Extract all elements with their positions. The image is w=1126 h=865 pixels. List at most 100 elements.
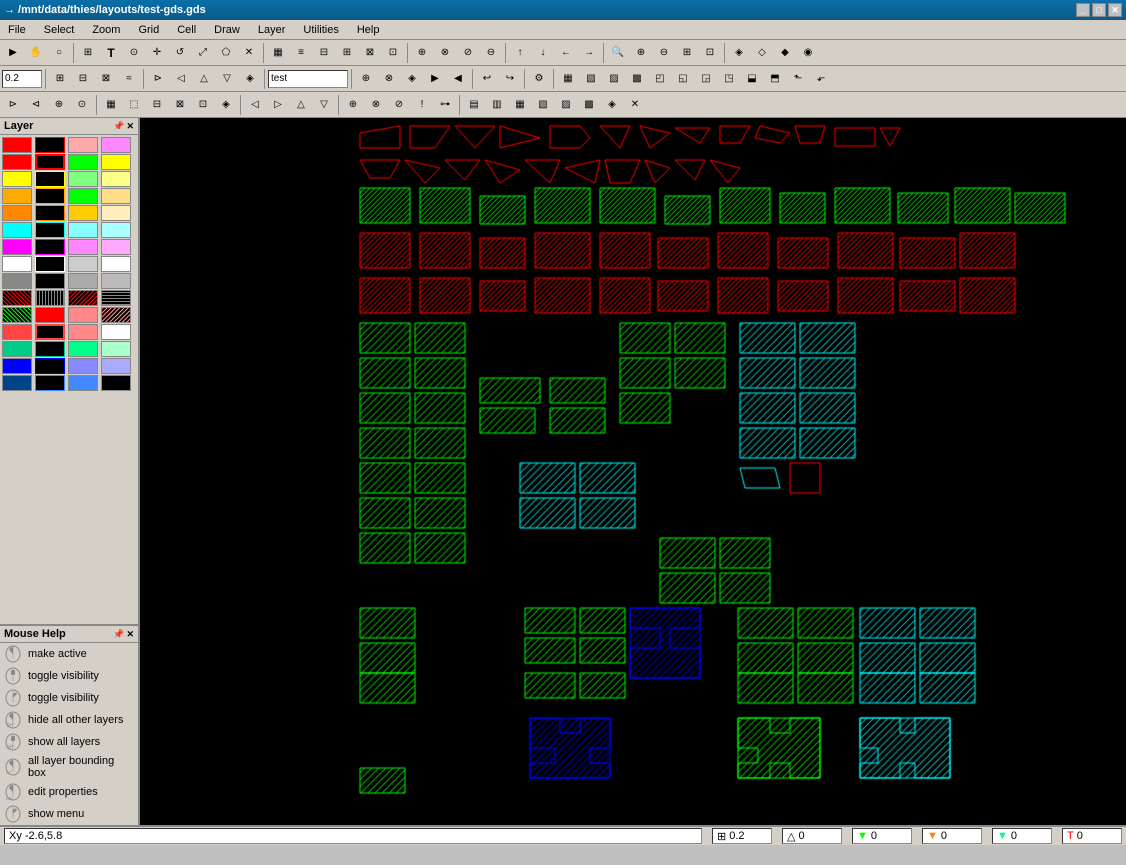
- r1[interactable]: ⊳: [2, 94, 24, 116]
- r11[interactable]: ◁: [244, 94, 266, 116]
- stretch-tool[interactable]: ⤢: [192, 42, 214, 64]
- delete-tool[interactable]: ✕: [238, 42, 260, 64]
- layer-cell-50[interactable]: [35, 341, 65, 357]
- maximize-button[interactable]: □: [1092, 3, 1106, 17]
- menu-zoom[interactable]: Zoom: [88, 23, 124, 37]
- layer-cell-6[interactable]: [35, 154, 65, 170]
- r21[interactable]: ▥: [486, 94, 508, 116]
- rotate-tool[interactable]: ↺: [169, 42, 191, 64]
- layer-cell-60[interactable]: [101, 375, 131, 391]
- r6[interactable]: ⬚: [123, 94, 145, 116]
- layer-cell-2[interactable]: [35, 137, 65, 153]
- tool-j[interactable]: ⊖: [480, 42, 502, 64]
- r15[interactable]: ⊕: [342, 94, 364, 116]
- t5[interactable]: ◈: [239, 68, 261, 90]
- layer-cell-43[interactable]: [68, 307, 98, 323]
- r10[interactable]: ◈: [215, 94, 237, 116]
- tool-b[interactable]: ≡: [290, 42, 312, 64]
- misc9[interactable]: ⬓: [741, 68, 763, 90]
- layer-cell-57[interactable]: [2, 375, 32, 391]
- cell-btn4[interactable]: ▶: [424, 68, 446, 90]
- layer-cell-8[interactable]: [101, 154, 131, 170]
- layer-cell-28[interactable]: [101, 239, 131, 255]
- r3[interactable]: ⊕: [48, 94, 70, 116]
- layer-cell-17[interactable]: [2, 205, 32, 221]
- mouse-help-close[interactable]: ✕: [126, 629, 134, 640]
- cell-btn5[interactable]: ◀: [447, 68, 469, 90]
- misc2[interactable]: ▧: [580, 68, 602, 90]
- t3[interactable]: △: [193, 68, 215, 90]
- layer-cell-30[interactable]: [35, 256, 65, 272]
- text-tool[interactable]: T: [100, 42, 122, 64]
- r7[interactable]: ⊟: [146, 94, 168, 116]
- set-btn[interactable]: ⚙: [528, 68, 550, 90]
- r27[interactable]: ✕: [624, 94, 646, 116]
- layer-cell-45[interactable]: [2, 324, 32, 340]
- layer-cell-33[interactable]: [2, 273, 32, 289]
- layer-cell-13[interactable]: [2, 188, 32, 204]
- zoom-fit[interactable]: ⊞: [676, 42, 698, 64]
- r23[interactable]: ▧: [532, 94, 554, 116]
- snap-btn[interactable]: ⊞: [49, 68, 71, 90]
- layer-cell-21[interactable]: [2, 222, 32, 238]
- layer-cell-47[interactable]: [68, 324, 98, 340]
- misc11[interactable]: ⬑: [787, 68, 809, 90]
- misc12[interactable]: ⬐: [810, 68, 832, 90]
- t2[interactable]: ◁: [170, 68, 192, 90]
- layer-cell-34[interactable]: [35, 273, 65, 289]
- layer-cell-7[interactable]: [68, 154, 98, 170]
- layer-cell-36[interactable]: [101, 273, 131, 289]
- layer-cell-55[interactable]: [68, 358, 98, 374]
- layer-cell-56[interactable]: [101, 358, 131, 374]
- grid-vis[interactable]: ≈: [118, 68, 140, 90]
- layer-cell-20[interactable]: [101, 205, 131, 221]
- zoom-search[interactable]: 🔍: [607, 42, 629, 64]
- misc7[interactable]: ◲: [695, 68, 717, 90]
- layer-close-btn[interactable]: ✕: [126, 121, 134, 132]
- layer-cell-5[interactable]: [2, 154, 32, 170]
- zoom-in[interactable]: ⊕: [630, 42, 652, 64]
- arrow-left[interactable]: ←: [555, 42, 577, 64]
- layer-cell-4[interactable]: [101, 137, 131, 153]
- layer-cell-10[interactable]: [35, 171, 65, 187]
- r26[interactable]: ◈: [601, 94, 623, 116]
- r22[interactable]: ▦: [509, 94, 531, 116]
- layer-cell-53[interactable]: [2, 358, 32, 374]
- arrow-right[interactable]: →: [578, 42, 600, 64]
- menu-draw[interactable]: Draw: [210, 23, 244, 37]
- misc10[interactable]: ⬒: [764, 68, 786, 90]
- layer-cell-31[interactable]: [68, 256, 98, 272]
- minimize-button[interactable]: _: [1076, 3, 1090, 17]
- mouse-help-pin[interactable]: 📌: [113, 629, 124, 640]
- r17[interactable]: ⊘: [388, 94, 410, 116]
- layer-cell-18[interactable]: [35, 205, 65, 221]
- layer-cell-16[interactable]: [101, 188, 131, 204]
- layer-cell-38[interactable]: [35, 290, 65, 306]
- menu-file[interactable]: File: [4, 23, 30, 37]
- r20[interactable]: ▤: [463, 94, 485, 116]
- layer-cell-40[interactable]: [101, 290, 131, 306]
- tool-f[interactable]: ⊡: [382, 42, 404, 64]
- window-controls[interactable]: _ □ ✕: [1076, 3, 1122, 17]
- layer-cell-41[interactable]: [2, 307, 32, 323]
- misc4[interactable]: ▩: [626, 68, 648, 90]
- layer-cell-52[interactable]: [101, 341, 131, 357]
- more-tools-2[interactable]: ◇: [751, 42, 773, 64]
- layer-cell-44[interactable]: [101, 307, 131, 323]
- tool-h[interactable]: ⊗: [434, 42, 456, 64]
- r25[interactable]: ▩: [578, 94, 600, 116]
- misc1[interactable]: ▦: [557, 68, 579, 90]
- zoom-input[interactable]: [2, 70, 42, 88]
- misc5[interactable]: ◰: [649, 68, 671, 90]
- canvas-area[interactable]: [140, 118, 1126, 825]
- layer-cell-3[interactable]: [68, 137, 98, 153]
- grid-snap[interactable]: ⊟: [72, 68, 94, 90]
- layer-cell-46[interactable]: [35, 324, 65, 340]
- layer-cell-58[interactable]: [35, 375, 65, 391]
- polygon-tool[interactable]: ⬠: [215, 42, 237, 64]
- r4[interactable]: ⊙: [71, 94, 93, 116]
- tool-g[interactable]: ⊕: [411, 42, 433, 64]
- t4[interactable]: ▽: [216, 68, 238, 90]
- r18[interactable]: !: [411, 94, 433, 116]
- tool-e[interactable]: ⊠: [359, 42, 381, 64]
